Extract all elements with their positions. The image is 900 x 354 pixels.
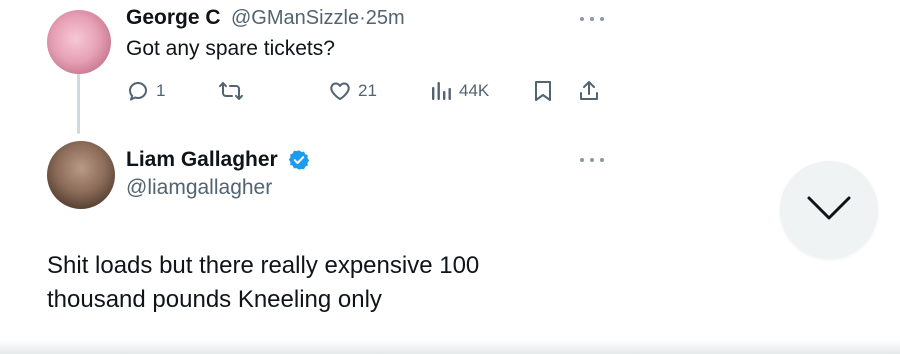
bottom-edge bbox=[0, 340, 900, 354]
like-button[interactable]: 21 bbox=[328, 78, 377, 104]
tweet-text: Shit loads but there really expensive 10… bbox=[47, 252, 480, 313]
avatar-liam[interactable] bbox=[47, 141, 115, 209]
timestamp[interactable]: 25m bbox=[366, 7, 405, 29]
thread-line bbox=[77, 72, 80, 134]
scroll-down-button[interactable] bbox=[780, 161, 878, 259]
reply-button[interactable]: 1 bbox=[126, 78, 165, 104]
more-icon[interactable] bbox=[580, 155, 604, 165]
share-icon bbox=[577, 79, 601, 103]
separator: · bbox=[359, 7, 366, 29]
views-icon bbox=[431, 79, 453, 103]
author-handle[interactable]: @liamgallagher bbox=[126, 176, 272, 200]
author-name[interactable]: Liam Gallagher bbox=[126, 148, 278, 172]
reply-count: 1 bbox=[156, 81, 166, 100]
author-handle[interactable]: @GManSizzle bbox=[231, 7, 359, 29]
tweet-text: Got any spare tickets? bbox=[126, 37, 335, 60]
share-button[interactable] bbox=[577, 78, 601, 104]
like-count: 21 bbox=[358, 81, 377, 100]
avatar-george[interactable] bbox=[47, 10, 111, 74]
retweet-button[interactable] bbox=[218, 78, 244, 104]
retweet-icon bbox=[218, 79, 244, 103]
heart-icon bbox=[328, 79, 352, 103]
views-count: 44K bbox=[459, 81, 490, 100]
bookmark-button[interactable] bbox=[532, 78, 554, 104]
author-handle-time[interactable]: @GManSizzle·25m bbox=[231, 7, 405, 30]
bookmark-icon bbox=[532, 79, 554, 103]
chevron-down-icon bbox=[805, 193, 853, 228]
verified-badge-icon[interactable] bbox=[288, 149, 310, 171]
reply-icon bbox=[126, 79, 150, 103]
author-name[interactable]: George C bbox=[126, 6, 221, 30]
views-button[interactable]: 44K bbox=[431, 78, 489, 104]
more-icon[interactable] bbox=[580, 14, 604, 24]
